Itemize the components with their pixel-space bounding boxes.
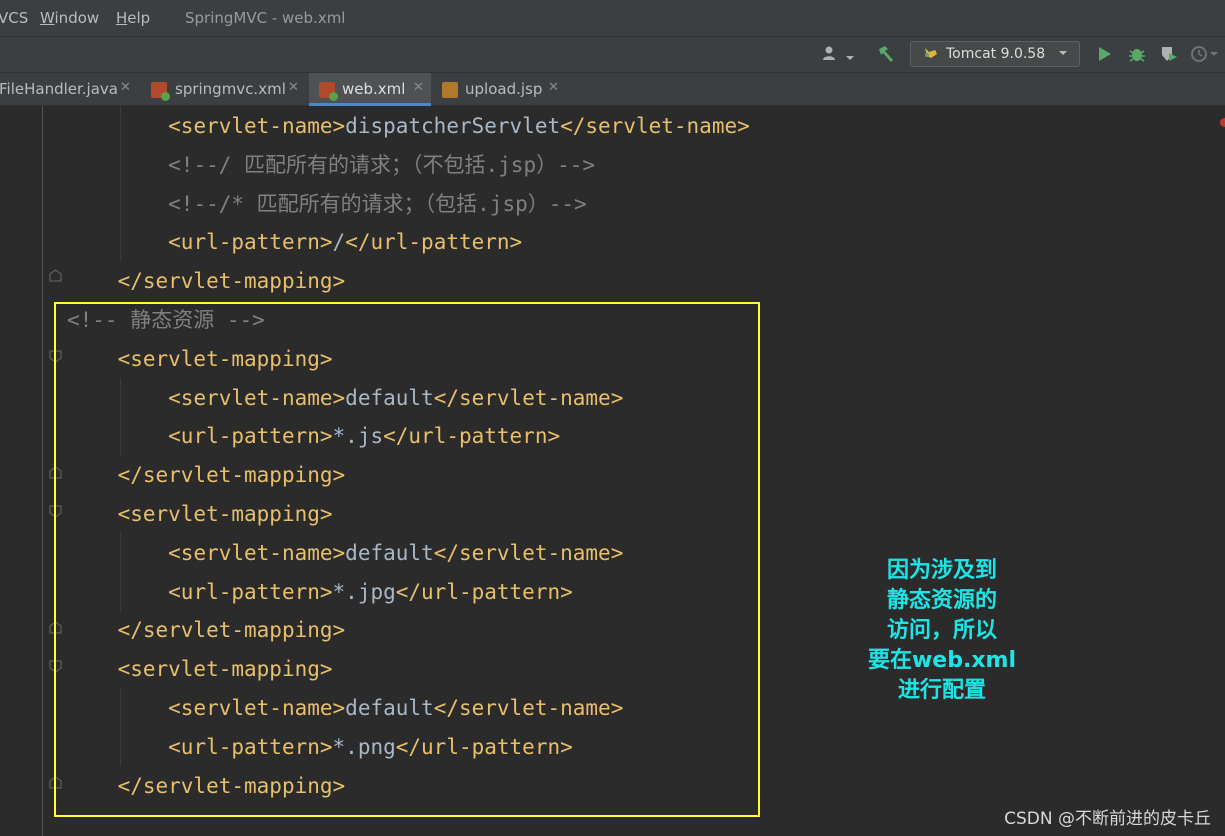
error-indicator[interactable] (1220, 118, 1225, 127)
tomcat-icon (923, 46, 939, 64)
fold-end-icon[interactable] (49, 269, 62, 282)
window-title: SpringMVC - web.xml (185, 9, 346, 27)
xml-tag: </servlet-mapping> (117, 269, 346, 294)
xml-file-icon (319, 82, 338, 101)
annotation-line: 静态资源的 (886, 588, 997, 613)
chevron-down-icon (1058, 47, 1068, 60)
annotation-line: 因为涉及到 (886, 558, 997, 583)
profile-icon[interactable] (1190, 45, 1218, 67)
toolbar: Tomcat 9.0.58 (0, 36, 1225, 73)
annotation-line: 进行配置 (897, 678, 986, 703)
tab-label: FileHandler.java (0, 80, 118, 98)
xml-value: / (332, 230, 346, 255)
tab-upload-jsp[interactable]: upload.jsp ✕ (432, 73, 568, 106)
close-icon[interactable]: ✕ (120, 80, 131, 95)
run-config-label: Tomcat 9.0.58 (946, 46, 1046, 62)
menu-vcs[interactable]: VCS (0, 9, 28, 27)
watermark: CSDN @不断前进的皮卡丘 (1004, 809, 1211, 829)
tab-web-xml[interactable]: web.xml ✕ (309, 73, 431, 106)
xml-tag: <url-pattern> (168, 230, 333, 255)
code-line[interactable]: <!--/* 匹配所有的请求；（包括.jsp）--> (67, 185, 587, 224)
menu-help[interactable]: Help (116, 9, 150, 27)
code-line[interactable]: <!--/ 匹配所有的请求；（不包括.jsp）--> (67, 146, 595, 185)
annotation-line: 访问，所以 (886, 618, 997, 643)
tab-label: web.xml (342, 80, 406, 98)
code-editor[interactable]: <servlet-name>dispatcherServlet</servlet… (0, 106, 1225, 836)
tab-springmvc-xml[interactable]: springmvc.xml ✕ (141, 73, 308, 106)
menu-bar: VCS Window Help SpringMVC - web.xml (0, 0, 1225, 36)
close-icon[interactable]: ✕ (413, 80, 424, 95)
xml-tag: </url-pattern> (345, 230, 523, 255)
close-icon[interactable]: ✕ (548, 80, 559, 95)
xml-tag: <servlet-name> (168, 114, 346, 138)
tab-label: springmvc.xml (175, 80, 286, 98)
xml-value: dispatcherServlet (345, 114, 561, 138)
code-line[interactable]: </servlet-mapping> (67, 262, 346, 301)
debug-icon[interactable] (1127, 45, 1147, 67)
close-icon[interactable]: ✕ (288, 80, 299, 95)
tab-label: upload.jsp (465, 80, 543, 98)
code-line[interactable]: <url-pattern>/</url-pattern> (67, 223, 522, 262)
xml-comment: <!--/ 匹配所有的请求；（不包括.jsp）--> (168, 152, 596, 177)
tab-filehandler-java[interactable]: FileHandler.java ✕ (0, 73, 140, 106)
annotation-text: 因为涉及到 静态资源的 访问，所以 要在web.xml 进行配置 (862, 556, 1022, 706)
user-icon[interactable] (822, 45, 840, 65)
xml-tag: </servlet-name> (560, 114, 750, 138)
code-line[interactable]: <servlet-name>dispatcherServlet</servlet… (67, 107, 750, 146)
chevron-down-icon[interactable] (845, 48, 855, 66)
editor-tabs: FileHandler.java ✕ springmvc.xml ✕ web.x… (0, 72, 1225, 106)
xml-file-icon (151, 82, 170, 101)
highlight-box (54, 302, 760, 817)
xml-comment: <!--/* 匹配所有的请求；（包括.jsp）--> (168, 191, 587, 216)
menu-window[interactable]: Window (40, 9, 99, 27)
run-icon[interactable] (1097, 45, 1113, 67)
hammer-icon[interactable] (876, 45, 896, 67)
jsp-file-icon (442, 82, 458, 98)
coverage-icon[interactable] (1159, 45, 1179, 67)
gutter-divider (42, 106, 43, 836)
ide-window: VCS Window Help SpringMVC - web.xml Tomc… (0, 0, 1225, 836)
annotation-line: 要在web.xml (867, 648, 1016, 673)
run-config-selector[interactable]: Tomcat 9.0.58 (910, 41, 1080, 67)
